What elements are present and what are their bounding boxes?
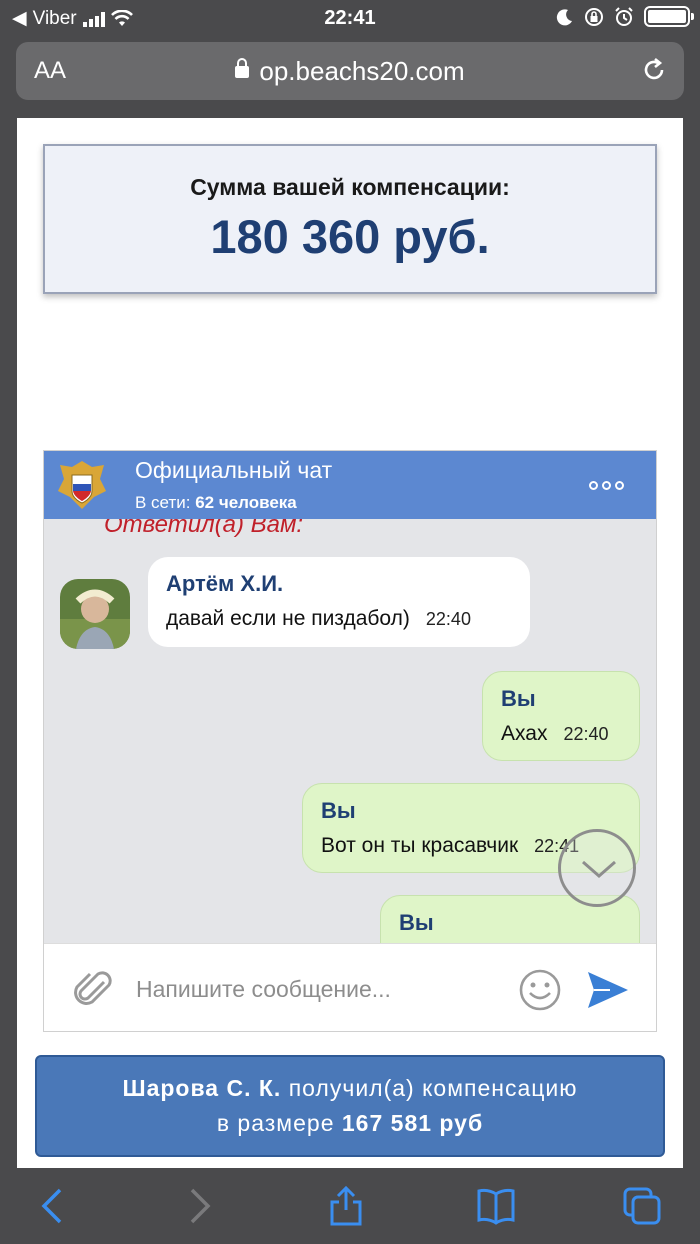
notification-line-2: в размере 167 581 руб (37, 1110, 663, 1137)
message-time: 22:40 (563, 724, 609, 744)
compensation-notification: Шарова С. К. получил(а) компенсацию в ра… (35, 1055, 665, 1157)
url-text: op.beachs20.com (259, 56, 465, 86)
chevron-down-icon (582, 860, 616, 878)
emblem-icon (58, 461, 106, 509)
back-icon[interactable] (34, 1186, 74, 1226)
compensation-amount: 180 360 руб. (210, 210, 490, 263)
forward-icon[interactable] (178, 1186, 218, 1226)
online-prefix: В сети: (135, 493, 191, 512)
chat-title: Официальный чат (135, 457, 333, 483)
share-icon[interactable] (326, 1186, 366, 1226)
status-right (556, 6, 694, 27)
paperclip-icon[interactable] (74, 968, 114, 1010)
send-icon[interactable] (586, 970, 630, 1010)
scroll-down-button[interactable] (558, 829, 636, 907)
reload-icon[interactable] (640, 56, 668, 84)
online-count: 62 человека (195, 493, 297, 512)
message-author: Вы (501, 686, 536, 711)
avatar (60, 579, 130, 649)
notification-text-2: в размере (216, 1110, 335, 1136)
message-text: Вот он ты красавчик (321, 834, 519, 857)
message-bubble: Вы Ахах 22:40 (482, 671, 640, 761)
notification-name: Шарова С. К. (122, 1075, 282, 1101)
message-author: Артём Х.И. (166, 571, 284, 596)
online-status: В сети: 62 человека (135, 493, 297, 513)
emoji-icon[interactable] (518, 968, 562, 1012)
tabs-icon[interactable] (622, 1186, 662, 1226)
message-author: Вы (399, 910, 434, 935)
moon-icon (556, 8, 572, 25)
message-text: давай если не пиздабол) (166, 607, 410, 630)
message-time: 22:40 (425, 609, 471, 629)
notification-line-1: Шарова С. К. получил(а) компенсацию (37, 1075, 663, 1102)
chat-header: Официальный чат В сети: 62 человека (44, 451, 656, 519)
notification-text-1: получил(а) компенсацию (288, 1075, 578, 1101)
compensation-box: Сумма вашей компенсации: 180 360 руб. (43, 144, 657, 294)
message-composer: Напишите сообщение... (44, 943, 656, 1031)
alarm-icon (615, 6, 633, 26)
bookmarks-icon[interactable] (476, 1186, 516, 1226)
battery-icon (644, 6, 694, 27)
message-input[interactable]: Напишите сообщение... (136, 976, 391, 1003)
notification-amount: 167 581 руб (341, 1110, 484, 1136)
message-text: Ахах (501, 722, 548, 745)
url-display[interactable]: op.beachs20.com (16, 56, 684, 87)
lock-icon (235, 58, 250, 78)
address-bar[interactable]: AA op.beachs20.com (16, 42, 684, 100)
message-bubble: Артём Х.И. давай если не пиздабол) 22:40 (148, 557, 530, 647)
message-author: Вы (321, 798, 356, 823)
compensation-label: Сумма вашей компенсации: (190, 174, 510, 200)
web-page: Сумма вашей компенсации: 180 360 руб. Оф… (17, 118, 683, 1170)
chat-widget: Официальный чат В сети: 62 человека Отве… (43, 450, 657, 1032)
more-options-icon[interactable] (589, 481, 624, 490)
status-bar: ◀ Viber 22:41 (0, 0, 700, 36)
orientation-lock-icon (585, 7, 603, 26)
browser-toolbar (0, 1168, 700, 1244)
